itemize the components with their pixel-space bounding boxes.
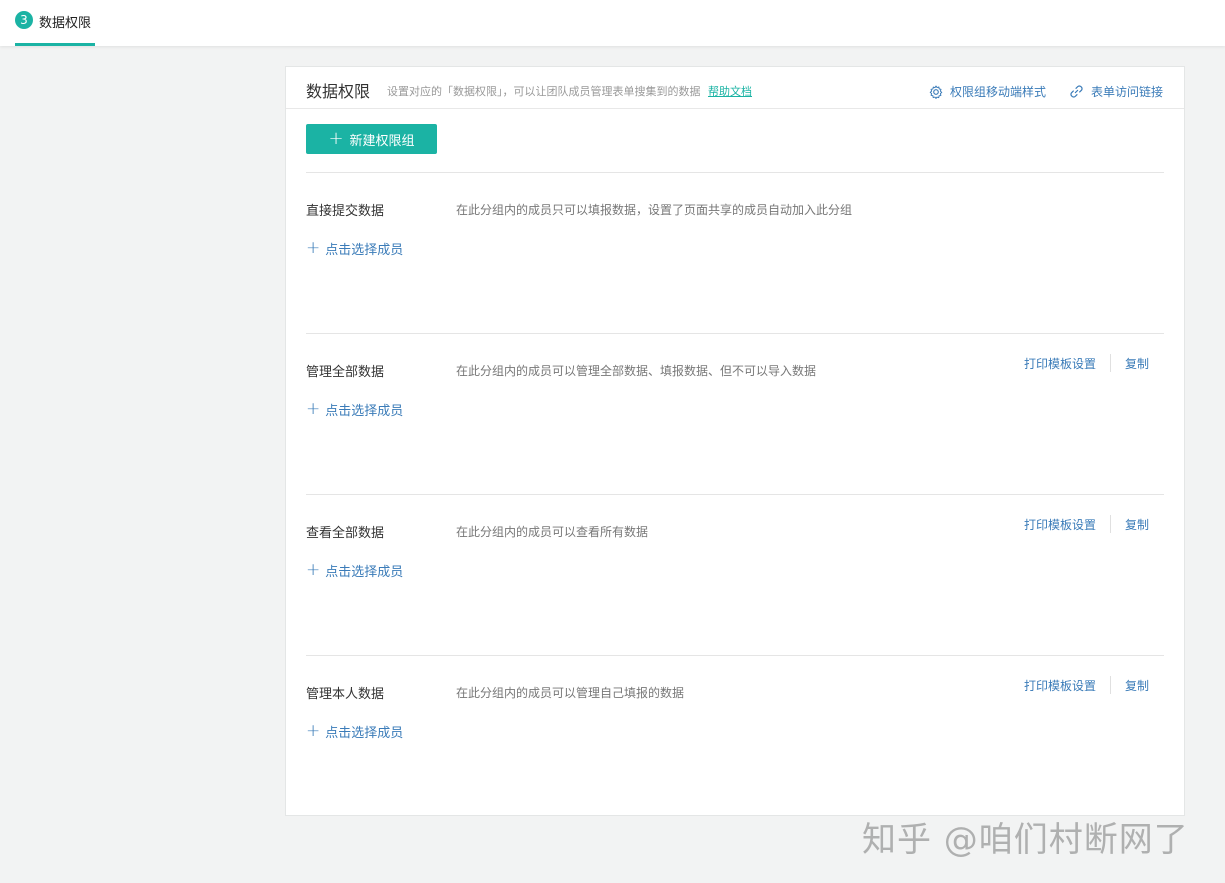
select-member-button[interactable]: + 点击选择成员 xyxy=(306,399,404,420)
plus-icon: + xyxy=(306,721,321,741)
group-description: 在此分组内的成员可以管理自己填报的数据 xyxy=(456,686,685,700)
group-description: 在此分组内的成员可以管理全部数据、填报数据、但不可以导入数据 xyxy=(456,364,817,378)
step-label: 数据权限 xyxy=(39,16,92,31)
group-actions: 打印模板设置 复制 xyxy=(1024,676,1149,694)
group-actions: 打印模板设置 复制 xyxy=(1024,354,1149,372)
permission-group-view-all: 查看全部数据 在此分组内的成员可以查看所有数据 打印模板设置 复制 + 点击选择… xyxy=(306,515,1164,683)
divider xyxy=(306,494,1164,495)
select-member-button[interactable]: + 点击选择成员 xyxy=(306,721,404,742)
print-template-settings-link[interactable]: 打印模板设置 xyxy=(1024,677,1096,694)
form-access-link-label: 表单访问链接 xyxy=(1091,85,1164,99)
help-doc-link[interactable]: 帮助文档 xyxy=(708,85,752,98)
plus-icon: + xyxy=(306,238,321,258)
page-title: 数据权限 xyxy=(306,82,371,101)
page-description: 设置对应的「数据权限」，可以让团队成员管理表单搜集到的数据 帮助文档 xyxy=(387,83,752,99)
select-member-label: 点击选择成员 xyxy=(325,243,404,258)
watermark: 知乎 @咱们村断网了 xyxy=(862,820,1189,860)
copy-group-link[interactable]: 复制 xyxy=(1125,677,1149,694)
divider xyxy=(306,333,1164,334)
plus-icon: + xyxy=(328,128,344,149)
description-text: 设置对应的「数据权限」，可以让团队成员管理表单搜集到的数据 xyxy=(387,85,701,98)
group-name: 查看全部数据 xyxy=(306,526,385,541)
group-description: 在此分组内的成员可以查看所有数据 xyxy=(456,525,649,539)
select-member-label: 点击选择成员 xyxy=(325,404,404,419)
select-member-button[interactable]: + 点击选择成员 xyxy=(306,238,404,259)
action-separator xyxy=(1109,354,1111,372)
group-name: 管理全部数据 xyxy=(306,365,385,380)
plus-icon: + xyxy=(306,399,321,419)
permission-group-direct-submit: 直接提交数据 在此分组内的成员只可以填报数据，设置了页面共享的成员自动加入此分组… xyxy=(306,200,1164,361)
permission-group-manage-all: 管理全部数据 在此分组内的成员可以管理全部数据、填报数据、但不可以导入数据 打印… xyxy=(306,354,1164,522)
action-separator xyxy=(1109,515,1111,533)
plus-icon: + xyxy=(306,560,321,580)
action-separator xyxy=(1109,676,1111,694)
select-member-label: 点击选择成员 xyxy=(325,565,404,580)
group-actions: 打印模板设置 复制 xyxy=(1024,515,1149,533)
select-member-button[interactable]: + 点击选择成员 xyxy=(306,560,404,581)
group-name: 直接提交数据 xyxy=(306,204,385,219)
form-access-link-button[interactable]: 表单访问链接 xyxy=(1069,83,1163,100)
new-group-label: 新建权限组 xyxy=(349,133,415,149)
mobile-style-label: 权限组移动端样式 xyxy=(950,85,1047,99)
group-name: 管理本人数据 xyxy=(306,687,385,702)
step-number-badge: 3 xyxy=(15,11,33,29)
divider xyxy=(306,172,1164,173)
print-template-settings-link[interactable]: 打印模板设置 xyxy=(1024,516,1096,533)
mobile-style-button[interactable]: 权限组移动端样式 xyxy=(929,83,1046,100)
new-permission-group-button[interactable]: + 新建权限组 xyxy=(306,124,437,154)
link-icon xyxy=(1070,85,1083,98)
copy-group-link[interactable]: 复制 xyxy=(1125,516,1149,533)
top-bar: 3 数据权限 xyxy=(0,0,1225,46)
print-template-settings-link[interactable]: 打印模板设置 xyxy=(1024,355,1096,372)
step-tab-data-permission[interactable]: 3 数据权限 xyxy=(15,0,95,46)
permission-panel: 数据权限 设置对应的「数据权限」，可以让团队成员管理表单搜集到的数据 帮助文档 … xyxy=(285,66,1185,816)
panel-header: 数据权限 设置对应的「数据权限」，可以让团队成员管理表单搜集到的数据 帮助文档 … xyxy=(286,67,1184,109)
select-member-label: 点击选择成员 xyxy=(325,726,404,741)
copy-group-link[interactable]: 复制 xyxy=(1125,355,1149,372)
group-description: 在此分组内的成员只可以填报数据，设置了页面共享的成员自动加入此分组 xyxy=(456,203,853,217)
gear-icon xyxy=(929,85,943,99)
divider xyxy=(306,655,1164,656)
